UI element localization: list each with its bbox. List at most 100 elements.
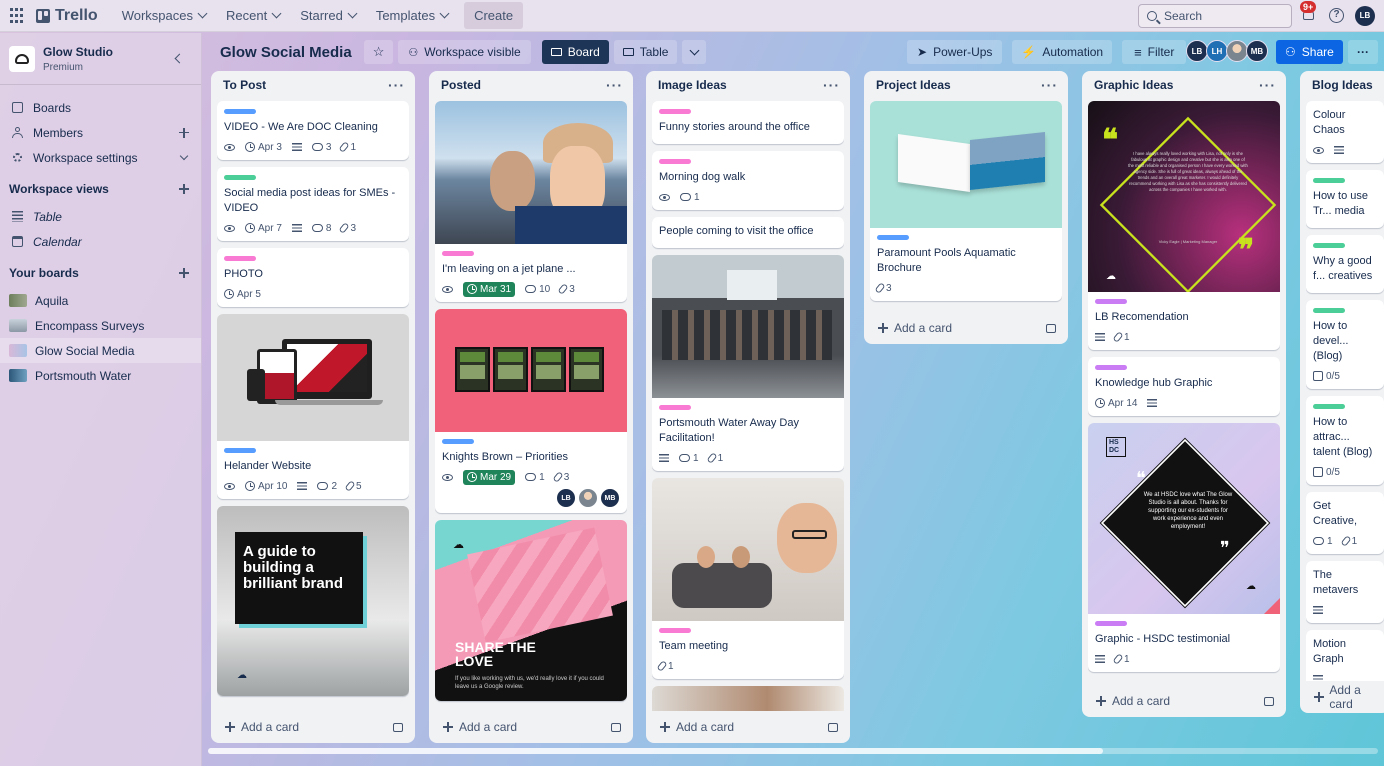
card[interactable]: How to attrac... talent (Blog) 0/5 (1306, 396, 1384, 485)
list-title[interactable]: Image Ideas (658, 78, 727, 92)
help-icon[interactable]: ? (1329, 8, 1344, 23)
nav-recent[interactable]: Recent (216, 2, 290, 30)
card[interactable]: Why a good f... creatives (1306, 235, 1384, 293)
sidebar-board-aquila[interactable]: Aquila (0, 288, 201, 313)
add-member-icon[interactable] (179, 127, 189, 138)
card-label[interactable] (1313, 308, 1345, 313)
list-header[interactable]: Project Ideas ··· (864, 71, 1068, 99)
sidebar-board-portsmouth-water[interactable]: Portsmouth Water (0, 363, 201, 388)
scrollbar-thumb[interactable] (208, 748, 1103, 754)
add-card-button[interactable]: Add a card (870, 316, 1062, 340)
card-label[interactable] (659, 405, 691, 410)
star-board-button[interactable]: ☆ (363, 40, 394, 64)
board-menu-button[interactable]: ··· (1348, 40, 1378, 64)
list-menu-icon[interactable]: ··· (1259, 77, 1276, 93)
card[interactable]: Team meeting 1 (652, 478, 844, 679)
add-card-button[interactable]: Add a card (1088, 689, 1280, 713)
card[interactable]: PHOTO Apr 5 (217, 248, 409, 307)
card-label[interactable] (442, 439, 474, 444)
list-title[interactable]: Posted (441, 78, 481, 92)
card-label[interactable] (659, 159, 691, 164)
list-header[interactable]: Posted ··· (429, 71, 633, 99)
date-badge[interactable]: Apr 14 (1095, 398, 1137, 409)
card[interactable]: Knowledge hub Graphic Apr 14 (1088, 357, 1280, 416)
nav-starred[interactable]: Starred (290, 2, 366, 30)
date-badge[interactable]: Apr 3 (245, 142, 282, 153)
add-card-button[interactable]: Add a card (1306, 683, 1384, 711)
list-title[interactable]: Project Ideas (876, 78, 951, 92)
filter-button[interactable]: ≡ Filter (1122, 40, 1187, 64)
power-ups-button[interactable]: ➤ Power-Ups (907, 40, 1003, 64)
card-label[interactable] (1313, 243, 1345, 248)
card-label[interactable] (1313, 178, 1345, 183)
card[interactable] (652, 686, 844, 711)
add-card-button[interactable]: Add a card (435, 715, 627, 739)
date-badge[interactable]: Apr 7 (245, 223, 282, 234)
list-title[interactable]: To Post (223, 78, 266, 92)
list-menu-icon[interactable]: ··· (1041, 77, 1058, 93)
card[interactable]: SHARE THE LOVE If you like working with u… (435, 520, 627, 701)
share-button[interactable]: ⚇ Share (1276, 40, 1343, 64)
due-date-badge[interactable]: Mar 29 (463, 469, 516, 485)
card[interactable]: Knights Brown – Priorities Mar 29 1 3 LB MB (435, 309, 627, 513)
create-button[interactable]: Create (464, 2, 524, 29)
card[interactable]: Portsmouth Water Away Day Facilitation! 1… (652, 255, 844, 471)
list-header[interactable]: Graphic Ideas ··· (1082, 71, 1286, 99)
card[interactable]: I have always really loved working with … (1088, 101, 1280, 350)
card[interactable]: Get Creative, 1 1 (1306, 492, 1384, 554)
card-member-avatar[interactable] (578, 488, 598, 508)
template-icon[interactable] (1264, 696, 1274, 706)
add-card-button[interactable]: Add a card (652, 715, 844, 739)
sidebar-board-glow-social-media[interactable]: Glow Social Media (0, 338, 201, 363)
search-input[interactable]: Search (1138, 4, 1292, 28)
card-label[interactable] (224, 448, 256, 453)
card[interactable]: VIDEO - We Are DOC Cleaning Apr 3 31 (217, 101, 409, 160)
card-label[interactable] (1095, 299, 1127, 304)
card[interactable]: We at HSDC love what The Glow Studio is … (1088, 423, 1280, 672)
template-icon[interactable] (828, 722, 838, 732)
add-card-button[interactable]: Add a card (217, 715, 409, 739)
card-label[interactable] (442, 251, 474, 256)
add-view-icon[interactable] (179, 184, 189, 194)
date-badge[interactable]: Apr 5 (224, 289, 261, 300)
list-header[interactable]: Blog Ideas (1300, 71, 1384, 99)
view-board-button[interactable]: Board (541, 40, 609, 64)
card-label[interactable] (659, 628, 691, 633)
list-title[interactable]: Blog Ideas (1312, 78, 1373, 92)
sidebar-board-encompass-surveys[interactable]: Encompass Surveys (0, 313, 201, 338)
board-title[interactable]: Glow Social Media (220, 44, 352, 61)
add-board-icon[interactable] (179, 268, 189, 278)
card[interactable]: How to use Tr... media (1306, 170, 1384, 228)
card-label[interactable] (1095, 621, 1127, 626)
sidebar-item-boards[interactable]: Boards (0, 95, 201, 120)
nav-templates[interactable]: Templates (366, 2, 458, 30)
chevron-down-icon[interactable] (179, 151, 189, 161)
account-avatar[interactable]: LB (1355, 6, 1375, 26)
nav-workspaces[interactable]: Workspaces (112, 2, 216, 30)
member-avatar[interactable]: MB (1246, 40, 1268, 62)
date-badge[interactable]: Apr 10 (245, 481, 287, 492)
card-label[interactable] (224, 109, 256, 114)
sidebar-item-table[interactable]: Table (0, 204, 201, 229)
card-label[interactable] (224, 256, 256, 261)
collapse-sidebar-icon[interactable] (174, 53, 185, 64)
sidebar-item-calendar[interactable]: Calendar (0, 229, 201, 254)
template-icon[interactable] (611, 722, 621, 732)
card[interactable]: How to devel... (Blog) 0/5 (1306, 300, 1384, 389)
member-avatar-photo[interactable] (1226, 40, 1248, 62)
card[interactable]: Paramount Pools Aquamatic Brochure 3 (870, 101, 1062, 301)
card[interactable]: A guide to building a brilliant brand ☁ (217, 506, 409, 696)
card-label[interactable] (1095, 365, 1127, 370)
card[interactable]: Social media post ideas for SMEs - VIDEO… (217, 167, 409, 241)
view-table-button[interactable]: Table (613, 40, 678, 64)
template-icon[interactable] (393, 722, 403, 732)
horizontal-scrollbar[interactable] (208, 748, 1378, 754)
list-title[interactable]: Graphic Ideas (1094, 78, 1173, 92)
card-label[interactable] (224, 175, 256, 180)
card[interactable]: The metavers (1306, 561, 1384, 623)
member-avatar[interactable]: LH (1206, 40, 1228, 62)
trello-logo[interactable]: Trello (36, 7, 98, 25)
app-switcher-icon[interactable] (10, 7, 26, 24)
sidebar-item-members[interactable]: Members (0, 120, 201, 145)
list-menu-icon[interactable]: ··· (823, 77, 840, 93)
